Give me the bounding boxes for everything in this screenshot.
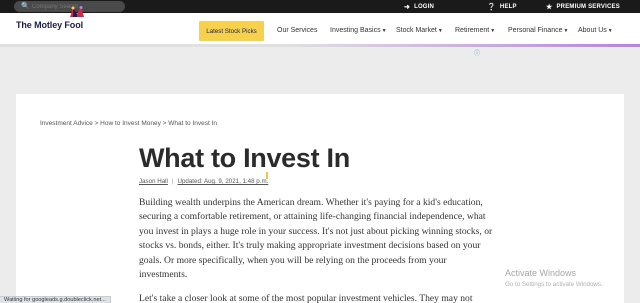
nav-personal-finance[interactable]: Personal Finance ▼ [508,27,568,34]
author-link[interactable]: Jason Hall [139,178,168,185]
caret-down-icon: ▼ [607,27,613,34]
caret-down-icon: ▼ [490,27,496,34]
login-icon: ➜ [404,3,411,11]
updated-date: Updated: Aug. 9, 2021, 1:48 p.m. [177,178,269,185]
help-label: HELP [499,3,517,10]
star-icon: ★ [546,3,553,11]
login-link[interactable]: ➜ LOGIN [404,0,434,13]
article-body: Building wealth underpins the American d… [139,196,494,303]
nav-item-label: Stock Market [396,27,437,34]
caret-down-icon: ▼ [437,27,443,34]
breadcrumb[interactable]: Investment Advice > How to Invest Money … [40,120,217,127]
logo-text: The Motley Fool [16,20,83,30]
nav-item-label: Investing Basics [330,27,381,34]
nav-about-us[interactable]: About Us ▼ [578,27,613,34]
latest-stock-picks-button[interactable]: Latest Stock Picks [199,21,264,41]
help-icon: ❔ [487,3,496,11]
login-label: LOGIN [414,3,435,10]
nav-item-label: About Us [578,27,607,34]
nav-item-label: Retirement [455,27,490,34]
jester-hat-icon [70,6,84,17]
nav-item-label: Personal Finance [508,27,563,34]
nav-retirement[interactable]: Retirement ▼ [455,27,495,34]
activate-windows-title: Activate Windows [505,268,577,278]
nav-our-services[interactable]: Our Services [277,27,317,34]
byline-separator: | [171,178,174,185]
caret-down-icon: ▼ [563,27,569,34]
nav-stock-market[interactable]: Stock Market ▼ [396,27,443,34]
site-logo[interactable]: The Motley Fool [16,6,84,30]
premium-services-link[interactable]: ★ PREMIUM SERVICES [546,0,620,13]
activate-windows-subtitle: Go to Settings to activate Windows. [505,281,603,288]
nav-item-label: Our Services [277,27,318,34]
nav-investing-basics[interactable]: Investing Basics ▼ [330,27,387,34]
page-title: What to Invest In [139,143,350,173]
byline: Jason Hall | Updated: Aug. 9, 2021, 1:48… [139,178,268,185]
utility-bar: 🔍 ➜ LOGIN ❔ HELP ★ PREMIUM SERVICES [0,0,640,13]
help-link[interactable]: ❔ HELP [487,0,517,13]
article-paragraph: Building wealth underpins the American d… [139,197,493,281]
ad-banner [0,47,640,94]
premium-services-label: PREMIUM SERVICES [556,3,620,10]
browser-status-bar: Waiting for googleads.g.doubleclick.net.… [0,296,111,303]
search-icon: 🔍 [21,3,30,10]
ad-choices-icon[interactable]: ⓘ [474,48,480,57]
article-paragraph: Let's take a closer look at some of the … [139,293,473,303]
caret-down-icon: ▼ [381,27,387,34]
